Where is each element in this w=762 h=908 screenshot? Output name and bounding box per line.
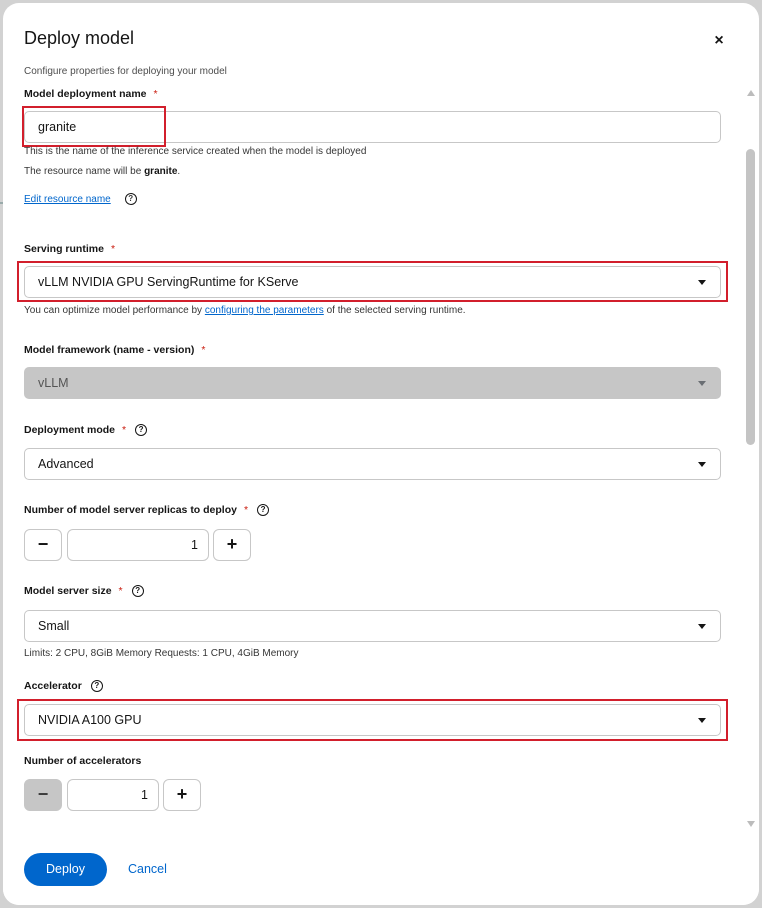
serving-runtime-label: Serving runtime * bbox=[24, 243, 116, 255]
help-icon[interactable]: ? bbox=[135, 424, 148, 436]
help-icon[interactable]: ? bbox=[90, 680, 103, 692]
model-framework-label: Model framework (name - version) * bbox=[24, 344, 206, 356]
edit-resource-name-link[interactable]: Edit resource name bbox=[24, 194, 111, 205]
close-icon[interactable]: × bbox=[710, 32, 728, 50]
deployment-name-input[interactable]: granite bbox=[24, 111, 721, 143]
deployment-mode-select[interactable]: Advanced bbox=[24, 448, 721, 480]
help-icon[interactable]: ? bbox=[131, 585, 144, 597]
modal-footer: Deploy Cancel bbox=[3, 831, 759, 905]
accelerators-count-label: Number of accelerators bbox=[24, 755, 142, 767]
required-marker: * bbox=[201, 344, 206, 356]
scroll-down-arrow-icon[interactable] bbox=[747, 821, 755, 827]
accelerator-select[interactable]: NVIDIA A100 GPU bbox=[24, 704, 721, 736]
caret-down-icon bbox=[698, 718, 706, 723]
form-scroll-area: Model deployment name * granite This is t… bbox=[3, 83, 743, 831]
required-marker: * bbox=[153, 88, 158, 100]
scrollbar[interactable] bbox=[743, 83, 759, 831]
replicas-label: Number of model server replicas to deplo… bbox=[24, 504, 270, 516]
accelerators-increment-button[interactable]: + bbox=[163, 779, 201, 811]
accelerators-decrement-button[interactable]: − bbox=[24, 779, 62, 811]
help-icon[interactable]: ? bbox=[257, 504, 270, 516]
caret-down-icon bbox=[698, 624, 706, 629]
deployment-name-helper: This is the name of the inference servic… bbox=[24, 146, 367, 157]
required-marker: * bbox=[122, 424, 127, 436]
replicas-decrement-button[interactable]: − bbox=[24, 529, 62, 561]
required-marker: * bbox=[110, 243, 116, 255]
help-icon[interactable]: ? bbox=[124, 193, 137, 205]
serving-runtime-helper: You can optimize model performance by co… bbox=[24, 305, 466, 316]
model-framework-select: vLLM bbox=[24, 367, 721, 399]
deploy-model-modal: Deploy model × Configure properties for … bbox=[3, 3, 759, 905]
edit-resource-row: Edit resource name ? bbox=[24, 193, 137, 205]
required-marker: * bbox=[118, 585, 123, 597]
serving-runtime-select[interactable]: vLLM NVIDIA GPU ServingRuntime for KServ… bbox=[24, 266, 721, 298]
replicas-increment-button[interactable]: + bbox=[213, 529, 251, 561]
scroll-up-arrow-icon[interactable] bbox=[747, 90, 755, 96]
resource-name-value: granite bbox=[144, 166, 178, 177]
scrollbar-thumb[interactable] bbox=[746, 149, 755, 445]
resource-name-text: The resource name will be granite. bbox=[24, 166, 181, 177]
accelerators-input[interactable]: 1 bbox=[67, 779, 159, 811]
modal-title: Deploy model bbox=[24, 28, 135, 48]
accelerator-label: Accelerator? bbox=[24, 680, 103, 692]
deploy-button[interactable]: Deploy bbox=[24, 853, 107, 886]
deployment-name-label: Model deployment name * bbox=[24, 88, 158, 100]
caret-down-icon bbox=[698, 381, 706, 386]
deployment-mode-label: Deployment mode *? bbox=[24, 424, 148, 436]
server-size-select[interactable]: Small bbox=[24, 610, 721, 642]
configuring-parameters-link[interactable]: configuring the parameters bbox=[205, 305, 324, 316]
required-marker: * bbox=[243, 504, 249, 516]
replicas-input[interactable]: 1 bbox=[67, 529, 209, 561]
modal-description: Configure properties for deploying your … bbox=[24, 66, 227, 77]
server-size-label: Model server size *? bbox=[24, 585, 144, 597]
caret-down-icon bbox=[698, 462, 706, 467]
caret-down-icon bbox=[698, 280, 706, 285]
cancel-button[interactable]: Cancel bbox=[128, 853, 167, 886]
server-size-helper: Limits: 2 CPU, 8GiB Memory Requests: 1 C… bbox=[24, 648, 299, 659]
